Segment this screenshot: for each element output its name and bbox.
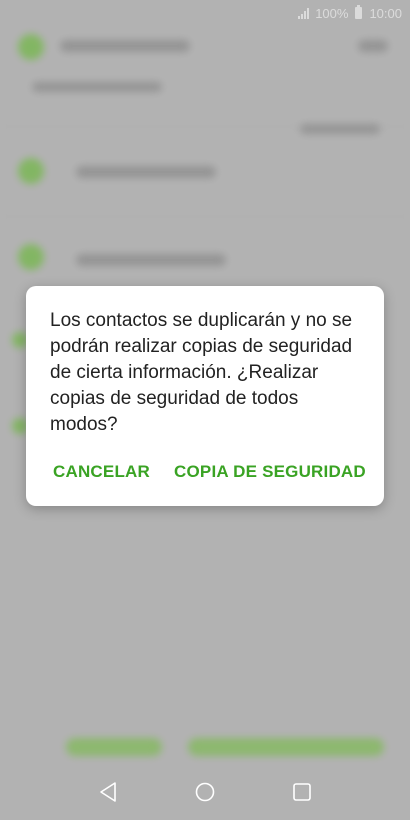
back-button[interactable] <box>88 772 128 812</box>
cancel-button[interactable]: CANCELAR <box>53 462 150 482</box>
recents-square-icon <box>292 783 311 801</box>
back-triangle-icon <box>100 782 117 802</box>
navigation-bar <box>0 764 410 820</box>
dialog-message: Los contactos se duplicarán y no se podr… <box>50 310 353 435</box>
recents-button[interactable] <box>282 772 322 812</box>
home-circle-icon <box>195 782 215 802</box>
home-button[interactable] <box>185 772 225 812</box>
backup-button[interactable]: COPIA DE SEGURIDAD <box>174 462 366 482</box>
confirm-backup-dialog: Los contactos se duplicarán y no se podr… <box>26 286 384 506</box>
